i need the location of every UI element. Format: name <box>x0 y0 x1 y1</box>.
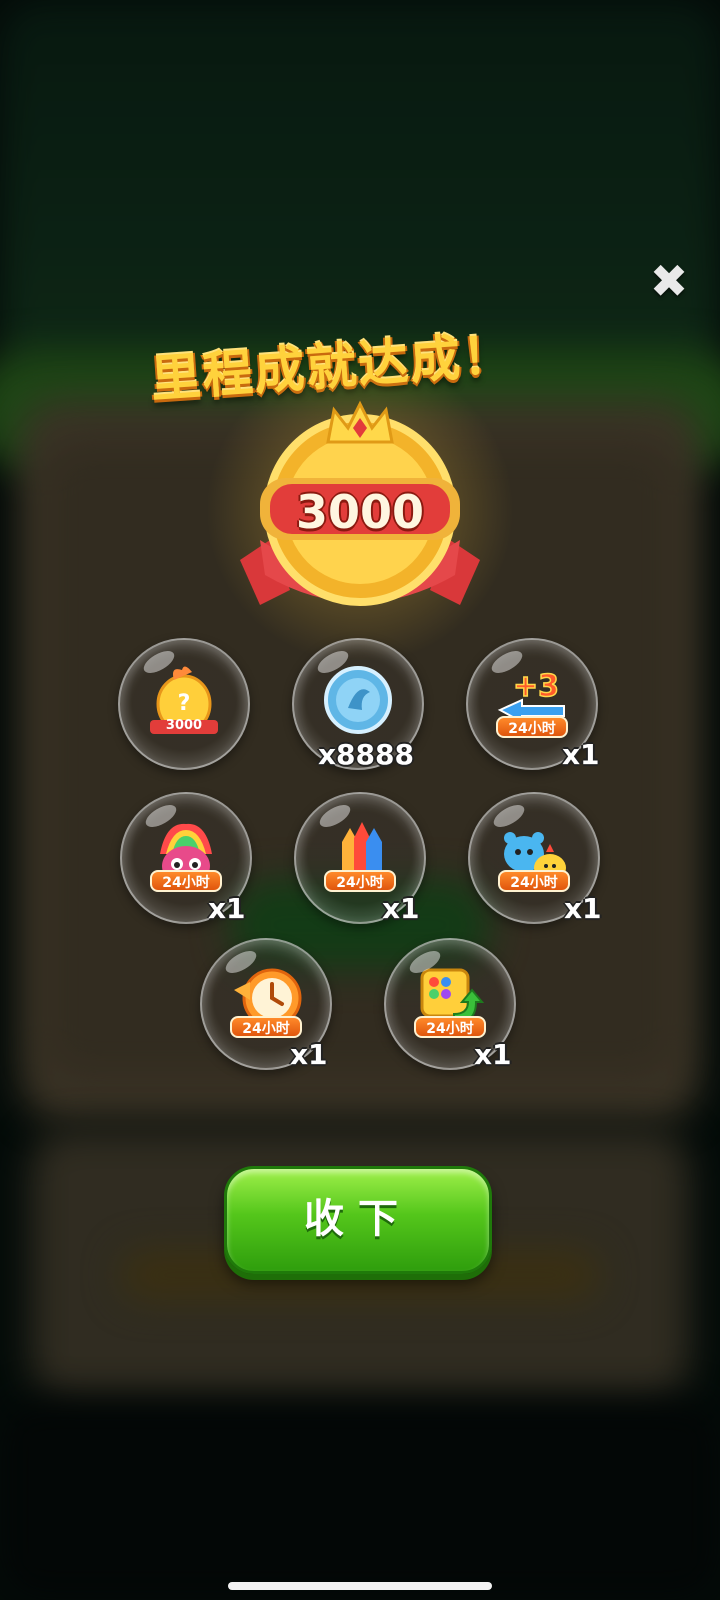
duration-badge: 24小时 <box>230 1016 302 1038</box>
duration-badge: 24小时 <box>324 870 396 892</box>
duration-badge: 24小时 <box>414 1016 486 1038</box>
duration-badge: 24小时 <box>496 716 568 738</box>
svg-text:+3: +3 <box>513 669 559 704</box>
coin-icon <box>324 666 392 734</box>
reward-quantity: x1 <box>474 1038 512 1071</box>
duration-badge: 24小时 <box>150 870 222 892</box>
reward-quantity: x1 <box>382 892 420 925</box>
duration-badge: 24小时 <box>498 870 570 892</box>
svg-text:?: ? <box>178 691 191 716</box>
egg-label: 3000 <box>165 718 203 733</box>
milestone-value: 3000 <box>295 485 425 539</box>
close-icon[interactable]: ✖ <box>648 258 690 304</box>
reward-quantity: x1 <box>564 892 602 925</box>
reward-quantity: x1 <box>290 1038 328 1071</box>
home-indicator[interactable] <box>228 1582 492 1590</box>
reward-bubble: ? 3000 <box>118 638 250 770</box>
reward-quantity: x8888 <box>318 738 414 771</box>
reward-quantity: x1 <box>208 892 246 925</box>
reward-quantity: x1 <box>562 738 600 771</box>
claim-button[interactable]: 收下 <box>224 1166 492 1274</box>
